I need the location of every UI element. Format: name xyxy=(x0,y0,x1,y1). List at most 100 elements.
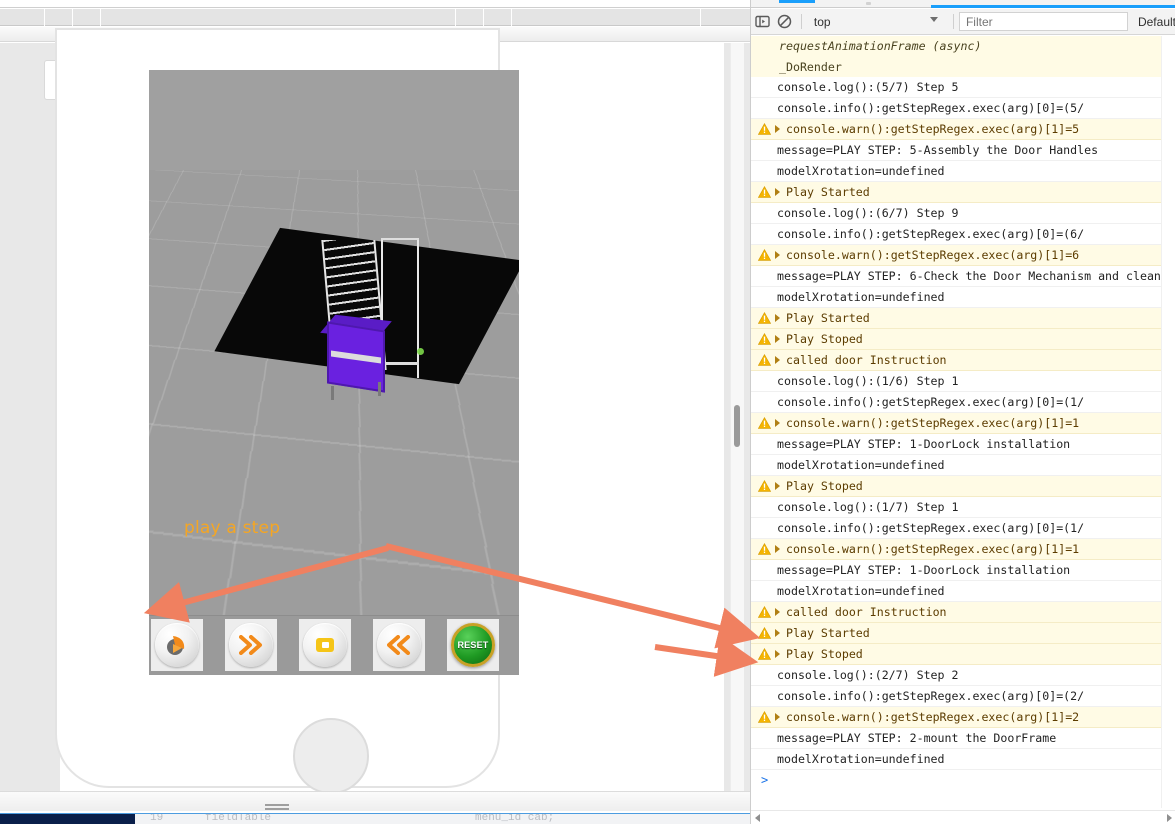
expand-triangle-icon[interactable] xyxy=(775,482,780,491)
chrome-divider xyxy=(44,9,45,26)
scroll-left-icon[interactable] xyxy=(755,814,760,822)
panel-resize-handle[interactable] xyxy=(265,804,289,813)
warning-triangle-icon xyxy=(758,648,771,661)
console-log-row[interactable]: console.info():getStepRegex.exec(arg)[0]… xyxy=(751,686,1162,708)
console-log-row[interactable]: message=PLAY STEP: 1-DoorLock installati… xyxy=(751,560,1162,582)
console-log-row[interactable]: console.info():getStepRegex.exec(arg)[0]… xyxy=(751,518,1162,540)
console-context-label: top xyxy=(813,14,831,29)
console-message-list[interactable]: requestAnimationFrame (async) _DoRender co… xyxy=(751,36,1162,808)
console-log-row[interactable]: message=PLAY STEP: 6-Check the Door Mech… xyxy=(751,266,1162,288)
model-frame-sill xyxy=(381,362,419,365)
console-warning-row[interactable]: called door Instruction xyxy=(751,602,1162,624)
reset-button-label: RESET xyxy=(457,640,489,650)
console-log-levels-dropdown[interactable]: Default xyxy=(1138,15,1175,29)
expand-triangle-icon[interactable] xyxy=(775,314,780,323)
console-log-row[interactable]: console.log():(5/7) Step 5 xyxy=(751,77,1162,99)
play-button[interactable] xyxy=(151,619,203,671)
expand-triangle-icon[interactable] xyxy=(775,713,780,722)
console-warning-row[interactable]: console.warn():getStepRegex.exec(arg)[1]… xyxy=(751,539,1162,561)
console-log-row[interactable]: modelXrotation=undefined xyxy=(751,749,1162,771)
console-warning-row[interactable]: Play Stoped xyxy=(751,644,1162,666)
devtools-tab-marker xyxy=(866,2,871,5)
console-log-row[interactable]: modelXrotation=undefined xyxy=(751,161,1162,183)
expand-triangle-icon[interactable] xyxy=(775,188,780,197)
console-warning-row[interactable]: Play Stoped xyxy=(751,329,1162,351)
warning-triangle-icon xyxy=(758,333,771,346)
console-message-text: Play Started xyxy=(786,311,870,326)
devtools-active-tab-indicator[interactable] xyxy=(779,0,815,3)
play-a-step-annotation: play a step xyxy=(184,518,281,538)
console-message-text: Play Started xyxy=(786,185,870,200)
console-log-row[interactable]: console.log():(1/6) Step 1 xyxy=(751,371,1162,393)
console-warning-row[interactable]: Play Stoped xyxy=(751,476,1162,498)
console-warning-row[interactable]: called door Instruction xyxy=(751,350,1162,372)
sidebar-toggle-icon[interactable] xyxy=(751,10,774,34)
rewind-button[interactable] xyxy=(373,619,425,671)
phone-mockup: play a step RESET xyxy=(55,28,519,794)
page-scrollbar-thumb[interactable] xyxy=(734,405,740,447)
three-d-viewport[interactable]: play a step xyxy=(149,70,519,675)
warning-triangle-icon xyxy=(758,312,771,325)
console-log-row[interactable]: modelXrotation=undefined xyxy=(751,581,1162,603)
devtools-loading-bar xyxy=(931,5,1175,8)
console-log-row[interactable]: console.info():getStepRegex.exec(arg)[0]… xyxy=(751,392,1162,414)
console-log-row[interactable]: console.log():(2/7) Step 2 xyxy=(751,665,1162,687)
console-log-row[interactable]: console.info():getStepRegex.exec(arg)[0]… xyxy=(751,98,1162,120)
console-warning-row[interactable]: console.warn():getStepRegex.exec(arg)[1]… xyxy=(751,707,1162,729)
scroll-right-icon[interactable] xyxy=(1167,814,1172,822)
reset-button[interactable]: RESET xyxy=(447,619,499,671)
console-warning-row[interactable]: Play Started xyxy=(751,623,1162,645)
expand-triangle-icon[interactable] xyxy=(775,251,780,260)
console-warning-row[interactable]: Play Started xyxy=(751,182,1162,204)
play-icon xyxy=(155,623,199,667)
console-log-row[interactable]: message=PLAY STEP: 1-DoorLock installati… xyxy=(751,434,1162,456)
chrome-divider xyxy=(455,9,456,26)
warning-triangle-icon xyxy=(758,249,771,262)
devtools-console-panel: top Default requestAnimationFrame (async… xyxy=(750,0,1175,824)
editor-line-peek: 19 fieldTable menu_id cab; xyxy=(0,813,750,824)
browser-chrome-strip-tabs xyxy=(0,9,750,26)
console-stack-frame-row: requestAnimationFrame (async) xyxy=(751,36,1162,57)
expand-triangle-icon[interactable] xyxy=(775,608,780,617)
warning-triangle-icon xyxy=(758,543,771,556)
console-log-row[interactable]: console.info():getStepRegex.exec(arg)[0]… xyxy=(751,224,1162,246)
editor-token-left: fieldTable xyxy=(205,813,272,824)
expand-triangle-icon[interactable] xyxy=(775,419,780,428)
warning-triangle-icon xyxy=(758,354,771,367)
phone-home-button[interactable] xyxy=(293,718,369,794)
expand-triangle-icon[interactable] xyxy=(775,335,780,344)
console-scrollbar-track[interactable] xyxy=(1161,36,1175,808)
console-filter-input[interactable] xyxy=(958,12,1128,31)
expand-triangle-icon[interactable] xyxy=(775,650,780,659)
expand-triangle-icon[interactable] xyxy=(775,125,780,134)
console-message-text: Play Stoped xyxy=(786,479,863,494)
stop-button[interactable] xyxy=(299,619,351,671)
expand-triangle-icon[interactable] xyxy=(775,545,780,554)
console-log-row[interactable]: console.log():(6/7) Step 9 xyxy=(751,203,1162,225)
console-warning-row[interactable]: console.warn():getStepRegex.exec(arg)[1]… xyxy=(751,245,1162,267)
double-left-icon xyxy=(377,623,421,667)
console-toolbar: top Default xyxy=(751,9,1175,35)
console-prompt[interactable]: > xyxy=(751,770,1162,792)
console-log-row[interactable]: message=PLAY STEP: 5-Assembly the Door H… xyxy=(751,140,1162,162)
warning-triangle-icon xyxy=(758,606,771,619)
console-horizontal-scrollbar[interactable] xyxy=(751,810,1175,824)
console-log-row[interactable]: console.log():(1/7) Step 1 xyxy=(751,497,1162,519)
console-warning-row[interactable]: console.warn():getStepRegex.exec(arg)[1]… xyxy=(751,413,1162,435)
fast-forward-button[interactable] xyxy=(225,619,277,671)
model-hotspot-marker[interactable] xyxy=(417,348,424,355)
expand-triangle-icon[interactable] xyxy=(775,356,780,365)
chrome-divider xyxy=(72,9,73,26)
console-message-text: console.warn():getStepRegex.exec(arg)[1]… xyxy=(786,542,1080,557)
console-context-selector[interactable]: top xyxy=(807,12,948,32)
chrome-divider xyxy=(700,9,701,26)
console-warning-row[interactable]: Play Started xyxy=(751,308,1162,330)
console-log-row[interactable]: modelXrotation=undefined xyxy=(751,287,1162,309)
console-log-row[interactable]: message=PLAY STEP: 2-mount the DoorFrame xyxy=(751,728,1162,750)
console-warning-row[interactable]: console.warn():getStepRegex.exec(arg)[1]… xyxy=(751,119,1162,141)
clear-console-icon[interactable] xyxy=(774,10,797,34)
expand-triangle-icon[interactable] xyxy=(775,629,780,638)
reset-icon: RESET xyxy=(451,623,495,667)
console-log-row[interactable]: modelXrotation=undefined xyxy=(751,455,1162,477)
warning-triangle-icon xyxy=(758,123,771,136)
